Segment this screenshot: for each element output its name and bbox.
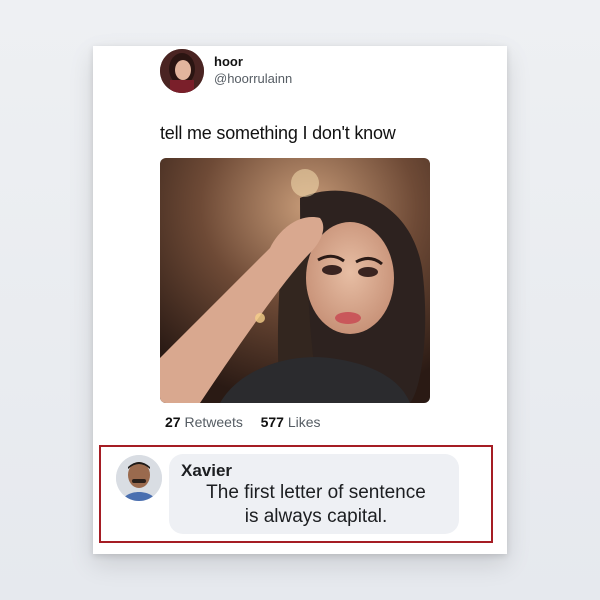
reply-text: The first letter of sentence is always c… [191, 481, 441, 529]
tweet-photo-image [160, 158, 430, 403]
reply-text-line-2: is always capital. [244, 506, 388, 527]
tweet-text: tell me something I don't know [160, 123, 396, 143]
likes-count: 577 [260, 414, 284, 430]
tweet-photo[interactable] [160, 158, 430, 403]
user-avatar-image [160, 49, 204, 93]
reply-text-line-1: The first letter of sentence [206, 482, 426, 503]
reply-avatar[interactable] [116, 455, 162, 501]
retweets-label[interactable]: Retweets [184, 414, 242, 430]
reply-avatar-image [116, 455, 162, 501]
poster: hoor @hoorrulainn tell me something I do… [93, 46, 507, 554]
reply-highlight-frame: Xavier The first letter of sentence is a… [99, 445, 493, 543]
reply-bubble: Xavier The first letter of sentence is a… [169, 454, 459, 534]
likes-label[interactable]: Likes [288, 414, 321, 430]
reply-author-name[interactable]: Xavier [181, 461, 232, 481]
user-handle[interactable]: @hoorrulainn [214, 71, 292, 86]
retweets-count: 27 [165, 414, 181, 430]
tweet-stats: 27 Retweets 577 Likes [165, 414, 321, 430]
user-avatar[interactable] [160, 49, 204, 93]
user-name[interactable]: hoor [214, 54, 243, 69]
